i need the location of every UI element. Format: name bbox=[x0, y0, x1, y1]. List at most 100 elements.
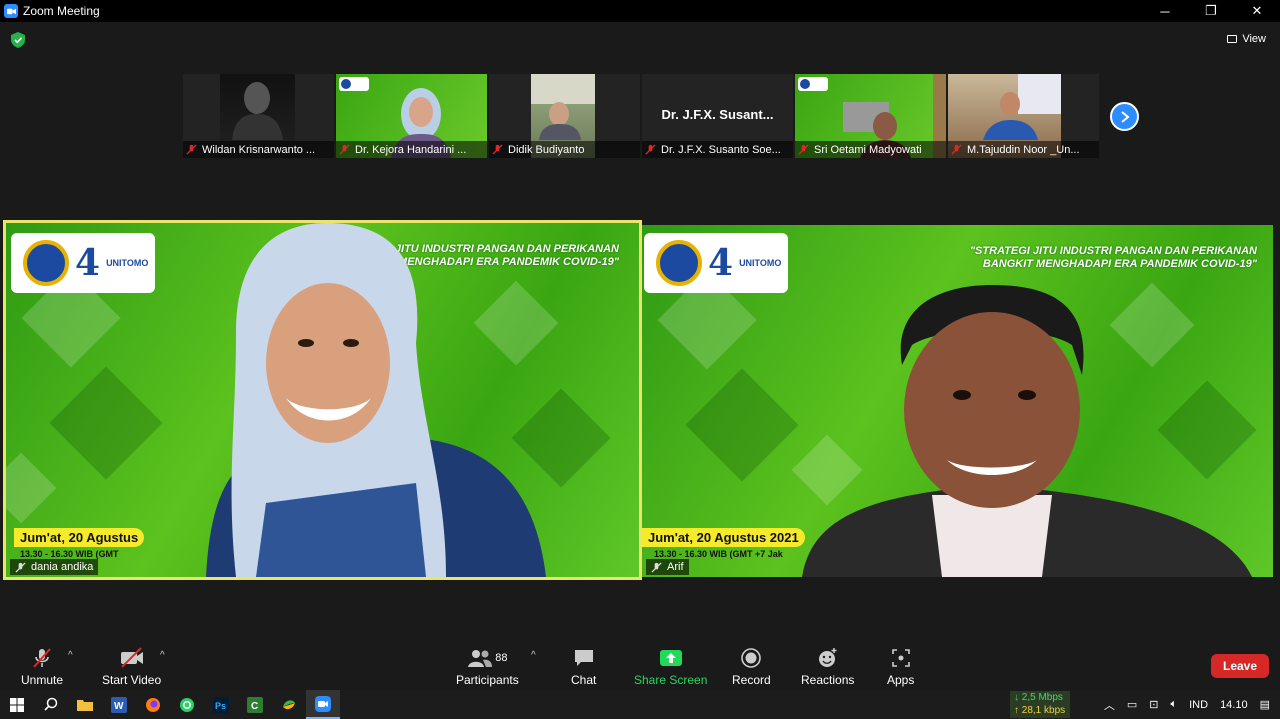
unitomo-logo: 4 UNITOMO bbox=[644, 233, 788, 293]
record-button[interactable]: Record bbox=[732, 646, 771, 687]
share-screen-icon bbox=[659, 650, 682, 666]
video-options-caret[interactable]: ^ bbox=[160, 650, 165, 661]
participant-name: M.Tajuddin Noor _Un... bbox=[967, 143, 1080, 156]
mic-muted-icon bbox=[951, 144, 962, 155]
participants-icon bbox=[468, 650, 493, 667]
participant-video-dania bbox=[116, 223, 586, 577]
event-time: 13.30 - 16.30 WIB (GMT +7 Jak bbox=[654, 549, 783, 559]
apps-icon bbox=[891, 649, 910, 667]
participant-thumbnail[interactable]: Sri Oetami Madyowati bbox=[795, 74, 946, 158]
clock[interactable]: 14.10 bbox=[1220, 699, 1248, 711]
taskbar-camtasia[interactable]: C bbox=[238, 690, 272, 719]
volume-icon[interactable]: 🔈︎ bbox=[1171, 698, 1178, 711]
taskbar-firefox[interactable] bbox=[136, 690, 170, 719]
folder-icon bbox=[77, 700, 93, 711]
participant-thumbnail[interactable]: Wildan Krisnarwanto ... bbox=[183, 74, 334, 158]
microphone-muted-icon bbox=[33, 648, 51, 668]
participant-name: Dr. Kejora Handarini ... bbox=[355, 143, 467, 156]
participant-video-arif bbox=[792, 285, 1262, 577]
chevron-up-icon[interactable]: ︿ bbox=[1104, 697, 1115, 713]
participant-thumbnail[interactable]: Dr. J.F.X. Susant... Dr. J.F.X. Susanto … bbox=[642, 74, 793, 158]
emoji-reaction-icon bbox=[818, 648, 837, 667]
start-video-button[interactable]: Start Video bbox=[102, 646, 161, 687]
thumbnail-strip: Wildan Krisnarwanto ... Dr. Kejora Handa… bbox=[183, 74, 1099, 158]
participant-name: Dr. J.F.X. Susanto Soe... bbox=[661, 143, 781, 156]
mic-muted-icon bbox=[339, 144, 350, 155]
firefox-icon bbox=[146, 697, 160, 712]
participant-name: Wildan Krisnarwanto ... bbox=[202, 143, 316, 156]
video-tile[interactable]: 4 UNITOMO "STRATEGI JITU INDUSTRI PANGAN … bbox=[642, 225, 1273, 577]
taskbar-file-explorer[interactable] bbox=[68, 690, 102, 719]
grid-view-icon bbox=[1227, 35, 1238, 43]
taskbar-photoshop[interactable]: Ps bbox=[204, 690, 238, 719]
photoshop-icon: Ps bbox=[213, 696, 229, 713]
language-indicator[interactable]: IND bbox=[1189, 699, 1208, 711]
participant-name-label: dania andika bbox=[10, 559, 99, 575]
mic-muted-icon bbox=[15, 561, 26, 573]
participant-name: Didik Budiyanto bbox=[508, 143, 585, 156]
zoom-app-icon bbox=[4, 4, 18, 18]
view-label: View bbox=[1242, 33, 1266, 45]
network-icon[interactable]: ⊡ bbox=[1149, 698, 1158, 711]
start-button[interactable] bbox=[0, 690, 34, 719]
participant-display-name: Dr. J.F.X. Susant... bbox=[661, 107, 774, 122]
participants-options-caret[interactable]: ^ bbox=[531, 650, 536, 661]
notification-icon[interactable]: ▤ bbox=[1260, 698, 1270, 711]
participant-thumbnail[interactable]: Dr. Kejora Handarini ... bbox=[336, 74, 487, 158]
event-date: Jum'at, 20 Agustus bbox=[14, 528, 145, 547]
mic-muted-icon bbox=[798, 144, 809, 155]
record-icon bbox=[741, 648, 762, 668]
taskbar-app[interactable] bbox=[272, 690, 306, 719]
audio-options-caret[interactable]: ^ bbox=[68, 650, 73, 661]
event-time: 13.30 - 16.30 WIB (GMT bbox=[20, 549, 119, 559]
university-seal-icon bbox=[23, 240, 69, 286]
mic-muted-icon bbox=[645, 144, 656, 155]
title-bar: Zoom Meeting ─ ❐ ✕ bbox=[0, 0, 1280, 22]
word-icon: W bbox=[111, 696, 127, 713]
taskbar-word[interactable]: W bbox=[102, 690, 136, 719]
participant-name-label: Arif bbox=[646, 559, 689, 575]
mic-muted-icon bbox=[492, 144, 503, 155]
battery-icon[interactable]: ▭ bbox=[1127, 698, 1137, 711]
windows-taskbar: W Ps C bbox=[0, 690, 1280, 719]
video-tile-active-speaker[interactable]: 4 UNITOMO STRATEGI JITU INDUSTRI PANGAN D… bbox=[3, 220, 642, 580]
search-icon bbox=[43, 697, 57, 711]
minimize-button[interactable]: ─ bbox=[1142, 0, 1188, 22]
university-seal-icon bbox=[656, 240, 702, 286]
svg-text:C: C bbox=[251, 701, 258, 712]
event-title: "STRATEGI JITU INDUSTRI PANGAN DAN PERIK… bbox=[969, 245, 1257, 270]
share-screen-button[interactable]: Share Screen bbox=[634, 646, 707, 687]
apps-button[interactable]: Apps bbox=[887, 646, 914, 687]
chat-button[interactable]: Chat bbox=[571, 646, 596, 687]
whatsapp-icon bbox=[180, 697, 194, 712]
search-button[interactable] bbox=[34, 690, 68, 719]
participant-name: Sri Oetami Madyowati bbox=[814, 143, 922, 156]
mic-muted-icon bbox=[186, 144, 197, 155]
app-icon bbox=[283, 699, 295, 709]
mic-muted-icon bbox=[651, 561, 662, 573]
meeting-toolbar: Unmute ^ Start Video ^ 88 Participants ^… bbox=[0, 640, 1280, 690]
video-camera-off-icon bbox=[120, 647, 143, 668]
participant-thumbnail[interactable]: M.Tajuddin Noor _Un... bbox=[948, 74, 1099, 158]
camtasia-icon: C bbox=[247, 696, 263, 713]
taskbar-whatsapp[interactable] bbox=[170, 690, 204, 719]
view-button[interactable]: View bbox=[1227, 33, 1266, 45]
system-tray: ︿ ▭ ⊡ 🔈︎ IND 14.10 ▤ bbox=[1098, 690, 1280, 719]
next-page-button[interactable] bbox=[1110, 102, 1139, 131]
reactions-button[interactable]: Reactions bbox=[801, 646, 854, 687]
event-date: Jum'at, 20 Agustus 2021 bbox=[642, 528, 805, 547]
unmute-button[interactable]: Unmute bbox=[21, 646, 63, 687]
chevron-right-icon bbox=[1120, 110, 1130, 123]
restore-button[interactable]: ❐ bbox=[1188, 0, 1234, 22]
encryption-shield-icon[interactable] bbox=[11, 32, 25, 48]
leave-button[interactable]: Leave bbox=[1211, 654, 1269, 678]
window-title: Zoom Meeting bbox=[23, 4, 100, 18]
svg-text:W: W bbox=[114, 701, 124, 712]
close-button[interactable]: ✕ bbox=[1234, 0, 1280, 22]
participants-button[interactable]: 88 Participants bbox=[456, 646, 519, 687]
zoom-icon bbox=[315, 695, 331, 712]
windows-logo-icon bbox=[10, 697, 24, 712]
participant-thumbnail[interactable]: Didik Budiyanto bbox=[489, 74, 640, 158]
taskbar-zoom[interactable] bbox=[306, 690, 340, 719]
network-speed-widget: ↓ 2,5 Mbps ↑ 28,1 kbps bbox=[1010, 691, 1070, 718]
